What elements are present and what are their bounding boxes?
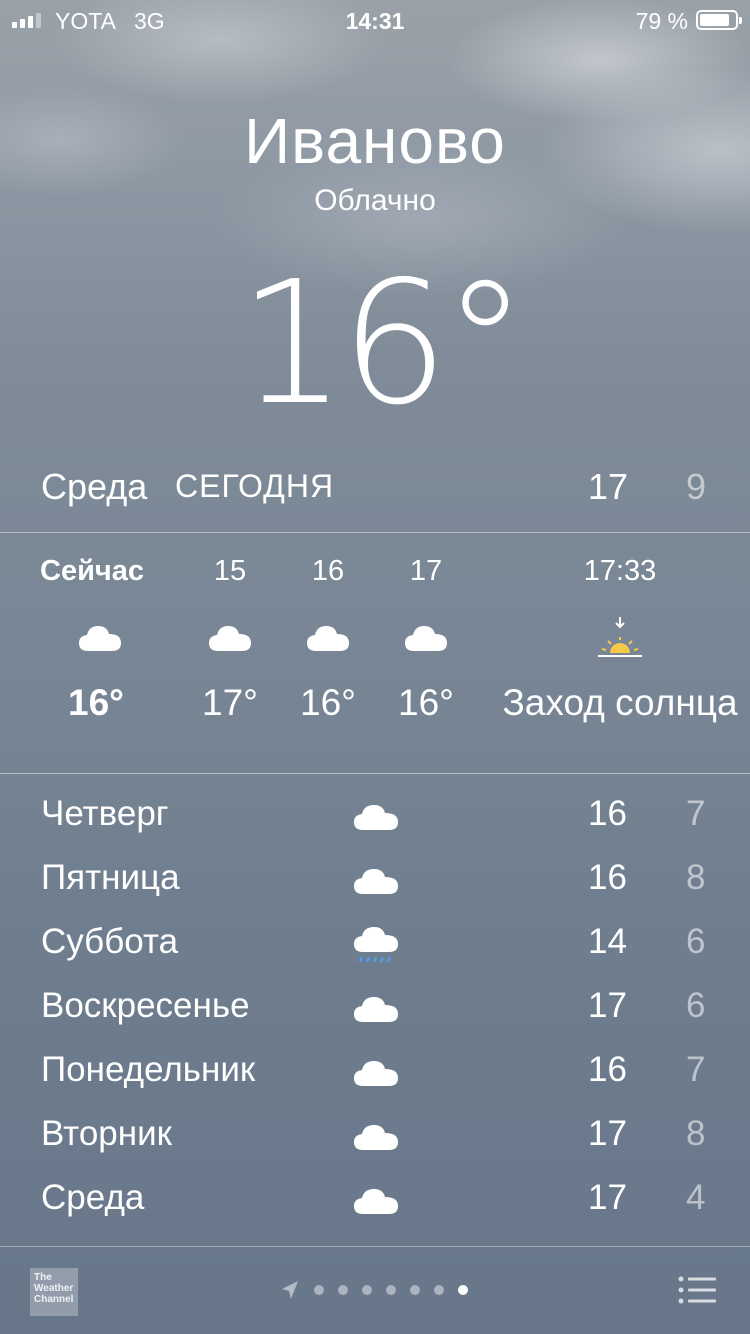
page-dot-active bbox=[458, 1285, 468, 1295]
day-name: Четверг bbox=[41, 794, 169, 833]
weather-channel-logo[interactable]: The Weather Channel bbox=[30, 1268, 78, 1316]
page-dot bbox=[410, 1285, 420, 1295]
day-name: Вторник bbox=[41, 1114, 172, 1153]
day-low: 4 bbox=[686, 1178, 706, 1217]
day-name: Суббота bbox=[41, 922, 179, 961]
daily-row: Вторник 17 8 bbox=[0, 1104, 750, 1168]
daily-row: Суббота 14 6 bbox=[0, 912, 750, 976]
sunset-label: Заход солнца bbox=[502, 682, 738, 723]
day-name: Пятница bbox=[41, 858, 180, 897]
day-low: 7 bbox=[686, 794, 706, 833]
cloud-icon bbox=[40, 608, 162, 668]
day-high: 16 bbox=[588, 858, 627, 897]
city-name: Иваново bbox=[244, 105, 506, 177]
location-arrow-icon bbox=[282, 1281, 298, 1299]
day-name: Среда bbox=[41, 1178, 145, 1217]
daily-row: Понедельник 16 7 bbox=[0, 1040, 750, 1104]
battery-percent: 79 % bbox=[635, 8, 688, 34]
day-high: 17 bbox=[588, 1114, 627, 1153]
bottom-toolbar: The Weather Channel bbox=[0, 1247, 750, 1334]
rain-cloud-icon bbox=[354, 927, 398, 963]
cloud-icon bbox=[354, 1061, 398, 1086]
cloud-icon bbox=[354, 869, 398, 894]
daily-forecast-list[interactable]: Четверг 16 7 Пятница 16 8 Суббота 14 6 В… bbox=[0, 784, 750, 1232]
day-low: 8 bbox=[686, 858, 706, 897]
hourly-item: Сейчас 16° bbox=[40, 550, 162, 750]
hour-label: 16 bbox=[311, 555, 345, 587]
day-low: 6 bbox=[686, 922, 706, 961]
page-dot bbox=[434, 1285, 444, 1295]
cloud-icon bbox=[354, 805, 398, 830]
page-dot bbox=[386, 1285, 396, 1295]
day-high: 14 bbox=[588, 922, 627, 961]
page-dot bbox=[338, 1285, 348, 1295]
list-icon[interactable] bbox=[678, 1275, 716, 1305]
today-low: 9 bbox=[686, 466, 707, 507]
cloud-icon bbox=[278, 608, 378, 668]
daily-row: Пятница 16 8 bbox=[0, 848, 750, 912]
daily-row: Четверг 16 7 bbox=[0, 784, 750, 848]
divider bbox=[0, 773, 750, 774]
hour-temp: 16° bbox=[300, 682, 356, 723]
day-high: 17 bbox=[588, 1178, 627, 1217]
current-condition: Облачно bbox=[314, 184, 436, 217]
hour-label: 15 bbox=[213, 555, 247, 587]
hour-temp: 17° bbox=[202, 682, 258, 723]
cloud-icon bbox=[354, 997, 398, 1022]
hour-label: 17:33 bbox=[583, 555, 657, 587]
hour-label: Сейчас bbox=[40, 555, 144, 587]
battery-icon bbox=[696, 10, 742, 30]
divider bbox=[0, 532, 750, 533]
cloud-icon bbox=[354, 1189, 398, 1214]
daily-row: Воскресенье 17 6 bbox=[0, 976, 750, 1040]
day-low: 6 bbox=[686, 986, 706, 1025]
page-dot bbox=[314, 1285, 324, 1295]
today-high: 17 bbox=[588, 466, 629, 507]
hourly-item-sunset: 17:33 Заход солнца bbox=[490, 550, 750, 750]
hourly-item: 16 16° bbox=[278, 550, 378, 750]
status-bar: YOTA 3G 14:31 79 % bbox=[0, 0, 750, 40]
hour-temp: 16° bbox=[398, 682, 454, 723]
today-summary-row: Среда СЕГОДНЯ 17 9 bbox=[0, 458, 750, 518]
sunset-icon bbox=[490, 608, 750, 668]
day-high: 16 bbox=[588, 1050, 627, 1089]
day-name: Понедельник bbox=[41, 1050, 256, 1089]
day-low: 7 bbox=[686, 1050, 706, 1089]
page-indicator[interactable] bbox=[280, 1275, 468, 1305]
cloud-icon bbox=[376, 608, 476, 668]
hourly-item: 15 17° bbox=[180, 550, 280, 750]
cloud-icon bbox=[180, 608, 280, 668]
day-name: Воскресенье bbox=[41, 986, 250, 1025]
daily-row: Среда 17 4 bbox=[0, 1168, 750, 1232]
hourly-item: 17 16° bbox=[376, 550, 476, 750]
current-temperature: 16° bbox=[238, 245, 527, 443]
day-high: 17 bbox=[588, 986, 627, 1025]
today-label: СЕГОДНЯ bbox=[175, 468, 335, 504]
hour-temp: 16° bbox=[68, 682, 124, 723]
day-low: 8 bbox=[686, 1114, 706, 1153]
cloud-icon bbox=[354, 1125, 398, 1150]
hour-label: 17 bbox=[409, 555, 443, 587]
day-high: 16 bbox=[588, 794, 627, 833]
today-day: Среда bbox=[41, 466, 148, 507]
page-dot bbox=[362, 1285, 372, 1295]
